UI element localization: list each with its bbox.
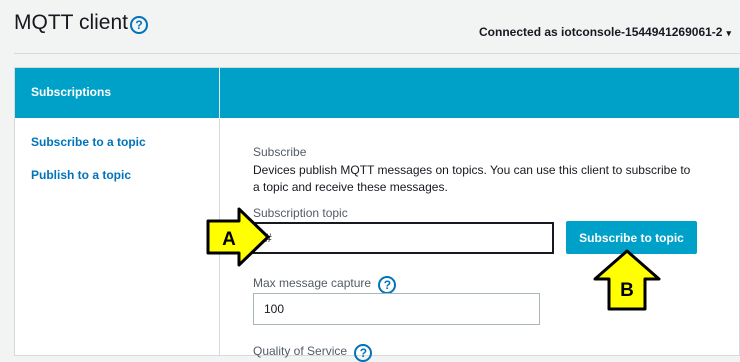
max-message-capture-text: Max message capture: [253, 276, 372, 290]
subscription-topic-input[interactable]: [253, 222, 554, 254]
panel-header-band: Subscriptions: [15, 68, 739, 118]
quality-of-service-label: Quality of Service ?: [253, 344, 373, 362]
subscribe-description: Devices publish MQTT messages on topics.…: [253, 163, 691, 194]
connection-status[interactable]: Connected as iotconsole-1544941269061-2 ▾: [479, 25, 731, 39]
callout-label-a: A: [222, 229, 236, 250]
subscribe-heading: Subscribe: [253, 145, 307, 159]
callout-arrow-a: A: [206, 207, 270, 267]
chevron-down-icon: ▾: [726, 28, 731, 38]
sidebar-section-title: Subscriptions: [31, 85, 112, 99]
sidebar-item-subscribe[interactable]: Subscribe to a topic: [31, 135, 146, 149]
page-title: MQTT client: [14, 11, 128, 34]
arrow-right-icon: [206, 207, 270, 267]
callout-arrow-b: B: [593, 249, 661, 311]
help-icon[interactable]: ?: [130, 16, 148, 34]
mqtt-panel: Subscriptions Subscribe to a topic Publi…: [14, 67, 740, 362]
callout-label-b: B: [620, 280, 634, 301]
max-message-capture-input[interactable]: [253, 293, 540, 325]
max-message-capture-label: Max message capture ?: [253, 276, 397, 294]
help-icon[interactable]: ?: [354, 344, 373, 362]
sidebar-item-publish[interactable]: Publish to a topic: [31, 168, 131, 182]
help-icon[interactable]: ?: [378, 276, 397, 294]
connection-status-label: Connected as iotconsole-1544941269061-2: [479, 25, 723, 39]
header-divider: [14, 53, 740, 54]
band-separator: [219, 68, 220, 118]
